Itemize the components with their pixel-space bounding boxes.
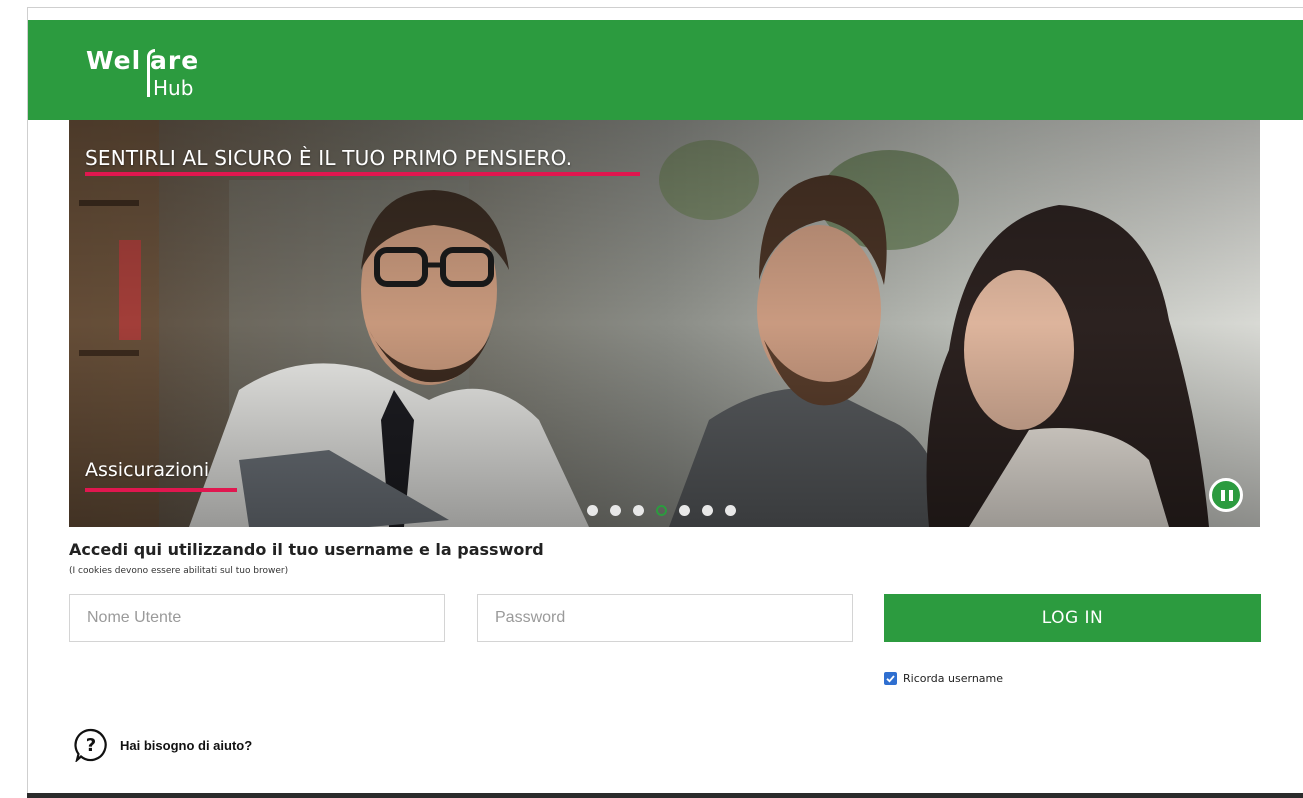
logo-text-wel: Wel: [86, 46, 142, 75]
remember-username-label: Ricorda username: [903, 672, 1004, 685]
password-input[interactable]: [477, 594, 853, 642]
logo-text-hub: Hub: [153, 76, 194, 100]
checkmark-icon: [886, 675, 895, 683]
svg-text:?: ?: [86, 735, 96, 756]
carousel-dot[interactable]: [725, 505, 736, 516]
carousel-dots: [587, 505, 736, 517]
carousel-dot[interactable]: [610, 505, 621, 516]
carousel-dot[interactable]: [702, 505, 713, 516]
bottom-border: [27, 793, 1303, 798]
login-button[interactable]: LOG IN: [884, 594, 1261, 642]
carousel-dot-active[interactable]: [656, 505, 667, 516]
cookies-note: (I cookies devono essere abilitati sul t…: [69, 566, 289, 576]
hero-headline-underline: [85, 172, 640, 176]
username-input[interactable]: [69, 594, 445, 642]
hero-headline: SENTIRLI AL SICURO È IL TUO PRIMO PENSIE…: [85, 146, 573, 170]
hero-photo: [69, 120, 1260, 527]
remember-username[interactable]: Ricorda username: [884, 672, 1003, 685]
carousel-dot[interactable]: [679, 505, 690, 516]
login-title: Accedi qui utilizzando il tuo username e…: [69, 540, 544, 559]
hero-carousel: SENTIRLI AL SICURO È IL TUO PRIMO PENSIE…: [69, 120, 1260, 527]
question-icon: ?: [74, 728, 108, 764]
hero-category-underline: [85, 488, 237, 492]
carousel-dot[interactable]: [587, 505, 598, 516]
remember-username-checkbox[interactable]: [884, 672, 897, 685]
hero-category-link[interactable]: Assicurazioni: [85, 459, 209, 481]
carousel-dot[interactable]: [633, 505, 644, 516]
help-label: Hai bisogno di aiuto?: [120, 737, 253, 753]
logo-text-are: are: [150, 46, 200, 75]
site-header: Wel are Hub: [28, 20, 1303, 120]
carousel-pause-button[interactable]: [1209, 478, 1243, 512]
help-link[interactable]: ? Hai bisogno di aiuto?: [74, 728, 253, 764]
